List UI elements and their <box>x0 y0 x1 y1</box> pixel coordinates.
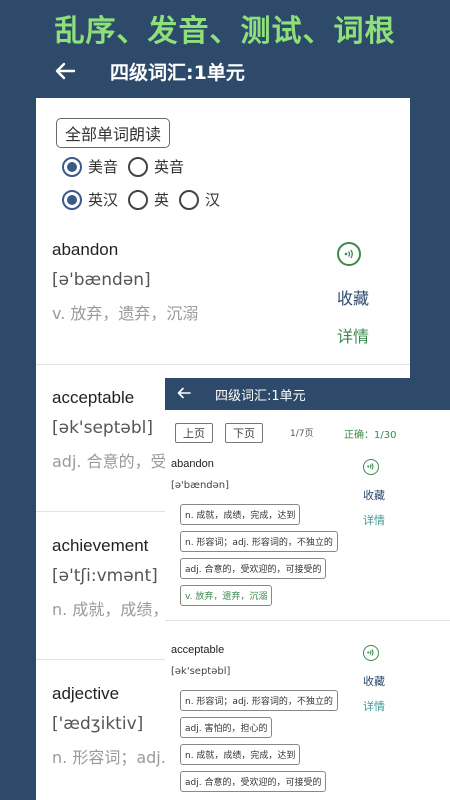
quiz-choice[interactable]: adj. 合意的，受欢迎的，可接受的 <box>180 558 327 579</box>
quiz-title: 四级词汇:1单元 <box>215 389 306 404</box>
radio-british[interactable]: 英音 <box>128 156 184 177</box>
quiz-preview-screenshot: 四级词汇:1单元 上页 下页 1/7页 正确：1/30 abandon [ə'b… <box>165 378 450 800</box>
detail-button[interactable]: 详情 <box>337 323 369 347</box>
back-arrow-icon[interactable] <box>177 386 191 400</box>
quiz-phonetic: [ə'bændən] <box>171 480 230 491</box>
radio-unchecked-icon[interactable] <box>179 189 200 210</box>
quiz-choice-correct[interactable]: v. 放弃，遗弃，沉溺 <box>180 585 273 606</box>
divider <box>36 364 410 365</box>
quiz-choice[interactable]: n. 形容词；adj. 形容词的，不独立的 <box>180 531 338 552</box>
quiz-word: abandon <box>171 458 214 470</box>
promo-banner: 乱序、发音、测试、词根 <box>54 14 396 49</box>
display-radio-group: 英汉 英 汉 <box>62 189 230 210</box>
quiz-choice[interactable]: n. 成就，成绩，完成，达到 <box>180 504 301 525</box>
quiz-choice[interactable]: n. 成就，成绩，完成，达到 <box>180 744 301 765</box>
quiz-choice[interactable]: n. 形容词；adj. 形容词的，不独立的 <box>180 690 338 711</box>
radio-checked-icon[interactable] <box>62 189 82 210</box>
radio-unchecked-icon[interactable] <box>128 156 149 177</box>
prev-page-button[interactable]: 上页 <box>175 423 213 443</box>
speaker-icon[interactable] <box>363 459 379 475</box>
radio-en-cn[interactable]: 英汉 <box>62 189 118 210</box>
radio-unchecked-icon[interactable] <box>128 189 149 210</box>
radio-label: 英汉 <box>88 191 119 209</box>
quiz-phonetic: [ək'septəbl] <box>171 666 231 677</box>
detail-button[interactable]: 详情 <box>363 512 385 528</box>
app-header: 四级词汇:1单元 <box>0 52 450 92</box>
page-indicator: 1/7页 <box>290 429 314 439</box>
collect-button[interactable]: 收藏 <box>363 487 385 503</box>
collect-button[interactable]: 收藏 <box>337 285 369 309</box>
quiz-choice[interactable]: adj. 害怕的，担心的 <box>180 717 273 738</box>
correct-count: 正确：1/30 <box>344 430 397 441</box>
divider <box>165 620 450 621</box>
radio-en[interactable]: 英 <box>128 189 169 210</box>
read-all-button[interactable]: 全部单词朗读 <box>56 118 171 148</box>
speaker-icon[interactable] <box>337 242 361 266</box>
radio-checked-icon[interactable] <box>62 156 82 177</box>
back-arrow-icon[interactable] <box>54 60 76 82</box>
radio-label: 美音 <box>88 158 119 176</box>
radio-american[interactable]: 美音 <box>62 156 118 177</box>
speaker-icon[interactable] <box>363 645 379 661</box>
page-title: 四级词汇:1单元 <box>110 62 245 84</box>
radio-label: 英 <box>154 191 170 209</box>
quiz-header: 四级词汇:1单元 <box>165 378 450 410</box>
radio-cn[interactable]: 汉 <box>179 189 220 210</box>
quiz-choice[interactable]: adj. 合意的，受欢迎的，可接受的 <box>180 771 327 792</box>
collect-button[interactable]: 收藏 <box>363 673 385 689</box>
accent-radio-group: 美音 英音 <box>62 156 194 177</box>
quiz-word: acceptable <box>171 644 225 656</box>
next-page-button[interactable]: 下页 <box>225 423 263 443</box>
detail-button[interactable]: 详情 <box>363 698 385 714</box>
radio-label: 汉 <box>205 191 221 209</box>
radio-label: 英音 <box>154 158 185 176</box>
